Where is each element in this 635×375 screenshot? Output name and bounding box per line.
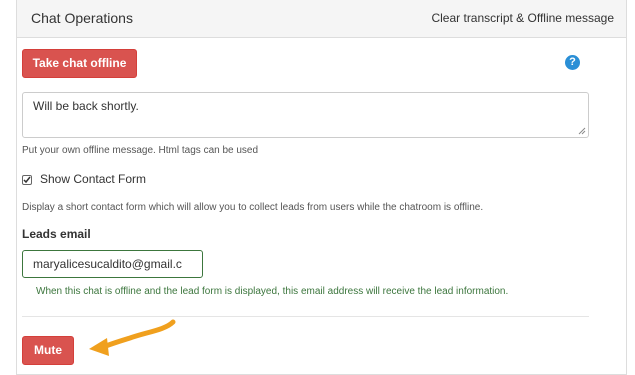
leads-email-input[interactable]: maryalicesucaldito@gmail.c bbox=[22, 250, 203, 278]
checkmark-icon bbox=[23, 176, 31, 184]
show-contact-form-label[interactable]: Show Contact Form bbox=[40, 172, 146, 186]
question-circle-icon[interactable]: ? bbox=[565, 55, 580, 70]
panel-heading: Chat Operations Clear transcript & Offli… bbox=[17, 0, 626, 38]
offline-message-textarea[interactable]: Will be back shortly. bbox=[22, 92, 589, 138]
show-contact-form-checkbox[interactable] bbox=[22, 175, 32, 185]
contact-form-help: Display a short contact form which will … bbox=[22, 202, 484, 213]
take-chat-offline-button[interactable]: Take chat offline bbox=[22, 49, 137, 78]
resize-grip-icon[interactable] bbox=[578, 127, 586, 135]
offline-message-help: Put your own offline message. Html tags … bbox=[22, 145, 259, 156]
leads-email-label: Leads email bbox=[22, 227, 91, 241]
mute-button[interactable]: Mute bbox=[22, 336, 74, 365]
leads-email-help: When this chat is offline and the lead f… bbox=[36, 286, 509, 297]
clear-transcript-link[interactable]: Clear transcript & Offline message bbox=[431, 11, 614, 25]
annotation-arrow-icon bbox=[89, 319, 176, 356]
panel-title: Chat Operations bbox=[31, 10, 133, 26]
offline-message-text: Will be back shortly. bbox=[33, 99, 139, 113]
